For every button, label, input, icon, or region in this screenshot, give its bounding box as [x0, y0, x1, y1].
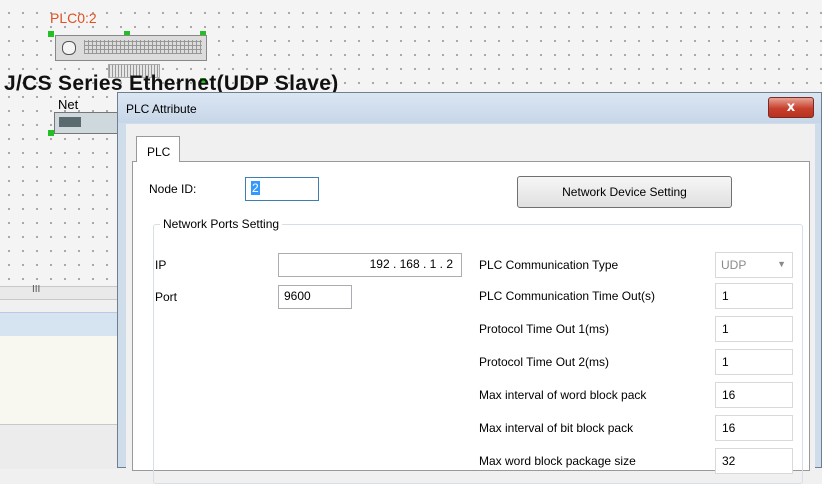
comm-timeout-label: PLC Communication Time Out(s) [479, 289, 656, 303]
network-ports-group-label: Network Ports Setting [160, 217, 283, 231]
ip-label: IP [155, 258, 167, 272]
net-label: Net [58, 97, 79, 112]
side-panel [0, 336, 118, 424]
selection-handle[interactable] [48, 31, 54, 37]
close-button[interactable]: x [768, 97, 814, 118]
network-device-setting-button[interactable]: Network Device Setting [517, 176, 732, 208]
close-icon: x [786, 100, 796, 115]
node-id-label: Node ID: [149, 182, 197, 196]
bit-block-interval-field[interactable]: 16 [715, 415, 793, 441]
panel-header [0, 312, 118, 338]
plc-port-icon [62, 41, 76, 55]
scrollbar-grip[interactable]: III [32, 284, 40, 295]
word-block-size-label: Max word block package size [479, 454, 636, 468]
port-label: Port [155, 290, 178, 304]
protocol-timeout-2-label: Protocol Time Out 2(ms) [479, 355, 610, 369]
plc-attribute-dialog: PLC Attribute x PLC Node ID: 2 Network D… [117, 92, 822, 484]
protocol-timeout-2-field[interactable]: 1 [715, 349, 793, 375]
tab-plc[interactable]: PLC [136, 136, 180, 162]
tab-page-plc: Node ID: 2 Network Device Setting Networ… [132, 161, 810, 484]
word-block-interval-field[interactable]: 16 [715, 382, 793, 408]
side-panel-footer [0, 424, 118, 469]
dialog-titlebar[interactable]: PLC Attribute x [118, 93, 821, 123]
plc-device-image[interactable] [55, 35, 207, 61]
word-block-size-field[interactable]: 32 [715, 448, 793, 474]
comm-timeout-field[interactable]: 1 [715, 283, 793, 309]
node-id-value: 2 [251, 181, 260, 195]
bit-block-interval-label: Max interval of bit block pack [479, 421, 634, 435]
plc-grill-pattern [84, 40, 202, 54]
ip-address-field[interactable]: 192 . 168 . 1 . 2 [278, 253, 462, 277]
protocol-timeout-1-label: Protocol Time Out 1(ms) [479, 322, 610, 336]
network-card-icon [59, 117, 81, 127]
comm-type-value: UDP [721, 258, 747, 272]
dialog-title: PLC Attribute [126, 102, 197, 116]
network-ports-group: Network Ports Setting [153, 217, 803, 484]
plc-object-label: PLC0:2 [50, 10, 97, 26]
horizontal-scrollbar[interactable]: III [0, 284, 118, 300]
chevron-down-icon[interactable]: ▼ [777, 259, 786, 269]
port-field[interactable]: 9600 [278, 285, 352, 309]
comm-type-label: PLC Communication Type [479, 258, 619, 272]
dialog-client-area: PLC Node ID: 2 Network Device Setting Ne… [126, 124, 815, 484]
word-block-interval-label: Max interval of word block pack [479, 388, 647, 402]
protocol-timeout-1-field[interactable]: 1 [715, 316, 793, 342]
node-id-field[interactable]: 2 [245, 177, 319, 201]
network-device-image[interactable] [54, 112, 126, 134]
comm-type-select[interactable]: UDP ▼ [715, 252, 793, 278]
